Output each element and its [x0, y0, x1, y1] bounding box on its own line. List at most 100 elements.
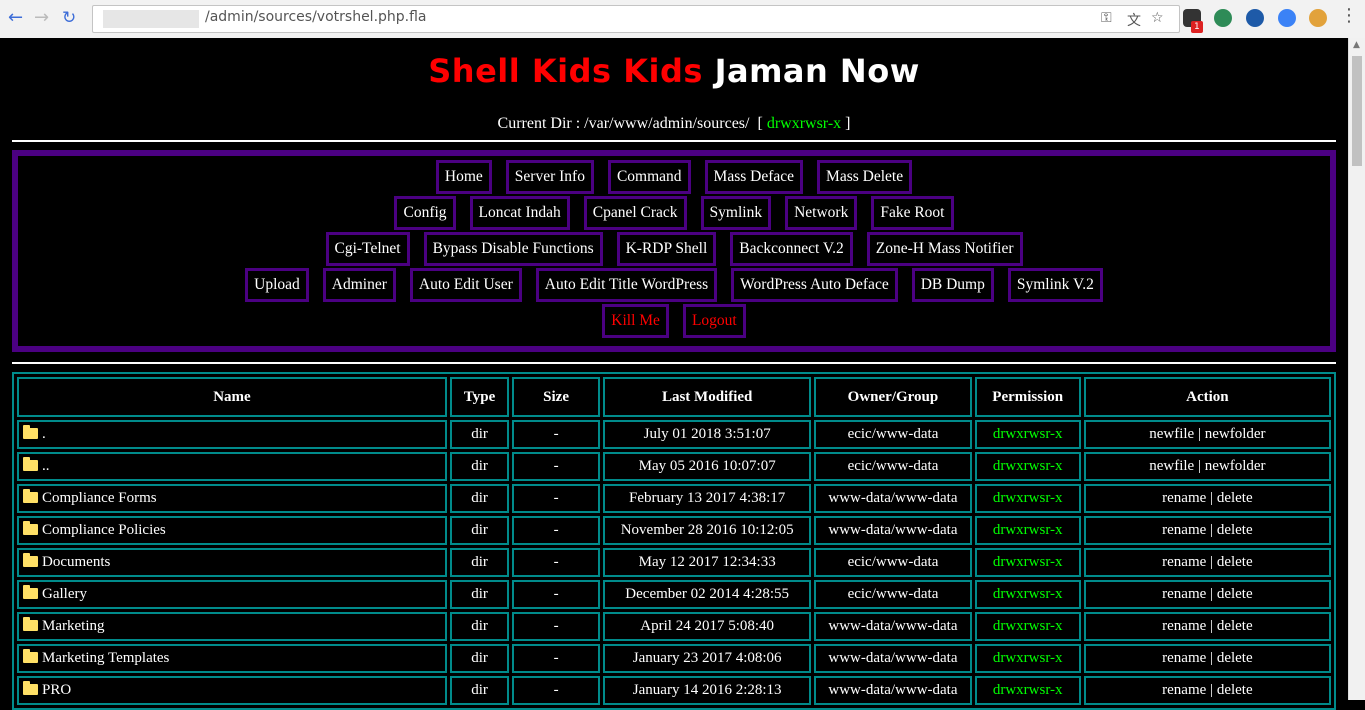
file-name-cell[interactable]: PRO [17, 676, 447, 705]
menu-bypass-disable-functions[interactable]: Bypass Disable Functions [423, 232, 603, 266]
file-actions: rename | delete [1083, 516, 1331, 545]
menu-db-dump[interactable]: DB Dump [911, 268, 994, 302]
menu-cgi-telnet[interactable]: Cgi-Telnet [325, 232, 410, 266]
action-secondary[interactable]: newfolder [1205, 426, 1266, 442]
action-primary[interactable]: rename [1162, 650, 1206, 666]
file-name[interactable]: Compliance Policies [42, 522, 166, 538]
sync-extension-icon[interactable] [1278, 9, 1296, 27]
scroll-up-icon[interactable]: ▲ [1353, 40, 1360, 50]
key-icon[interactable]: ⚿ [1101, 10, 1112, 26]
url-text[interactable]: /admin/sources/votrshel.php.fla [205, 9, 427, 25]
action-secondary[interactable]: delete [1217, 522, 1253, 538]
menu-auto-edit-user[interactable]: Auto Edit User [409, 268, 522, 302]
file-permission[interactable]: drwxrwsr-x [974, 516, 1081, 545]
file-name-cell[interactable]: Documents [17, 548, 447, 577]
file-name[interactable]: Compliance Forms [42, 490, 157, 506]
divider-bottom [12, 362, 1336, 364]
file-name[interactable]: Documents [42, 554, 110, 570]
file-size: - [512, 580, 600, 609]
menu-cpanel-crack[interactable]: Cpanel Crack [583, 196, 687, 230]
translate-icon[interactable]: 文 [1127, 10, 1141, 30]
file-type: dir [449, 484, 510, 513]
file-name[interactable]: .. [42, 458, 50, 474]
file-permission[interactable]: drwxrwsr-x [974, 676, 1081, 705]
menu-network[interactable]: Network [785, 196, 858, 230]
action-primary[interactable]: newfile [1149, 458, 1194, 474]
col-type: Type [449, 377, 510, 417]
menu-command[interactable]: Command [607, 160, 691, 194]
action-secondary[interactable]: delete [1217, 618, 1253, 634]
file-type: dir [449, 420, 510, 449]
action-secondary[interactable]: delete [1217, 490, 1253, 506]
file-name[interactable]: Marketing Templates [42, 650, 169, 666]
file-type: dir [449, 548, 510, 577]
menu-k-rdp-shell[interactable]: K-RDP Shell [616, 232, 717, 266]
file-name[interactable]: . [42, 426, 46, 442]
file-permission[interactable]: drwxrwsr-x [974, 548, 1081, 577]
menu-loncat-indah[interactable]: Loncat Indah [469, 196, 570, 230]
action-separator: | [1197, 426, 1201, 442]
action-primary[interactable]: rename [1162, 682, 1206, 698]
back-arrow-icon[interactable]: ← [8, 8, 23, 28]
menu-dots-icon[interactable]: ⋮ [1340, 6, 1358, 26]
file-name-cell[interactable]: Marketing [17, 612, 447, 641]
file-modified: December 02 2014 4:28:55 [603, 580, 812, 609]
menu-backconnect[interactable]: Backconnect V.2 [730, 232, 853, 266]
menu-auto-edit-title-wordpress[interactable]: Auto Edit Title WordPress [535, 268, 718, 302]
file-size: - [512, 676, 600, 705]
file-permission[interactable]: drwxrwsr-x [974, 580, 1081, 609]
scrollbar-thumb[interactable] [1352, 56, 1362, 166]
file-name-cell[interactable]: Compliance Policies [17, 516, 447, 545]
menu-home[interactable]: Home [435, 160, 492, 194]
menu-zone-h-mass-notifier[interactable]: Zone-H Mass Notifier [866, 232, 1023, 266]
action-primary[interactable]: rename [1162, 586, 1206, 602]
file-name[interactable]: Marketing [42, 618, 104, 634]
star-icon[interactable]: ☆ [1151, 10, 1164, 26]
menu-mass-deface[interactable]: Mass Deface [704, 160, 804, 194]
menu-wordpress-auto-deface[interactable]: WordPress Auto Deface [731, 268, 898, 302]
file-modified: January 14 2016 2:28:13 [603, 676, 812, 705]
action-primary[interactable]: rename [1162, 618, 1206, 634]
menu-server-info[interactable]: Server Info [505, 160, 594, 194]
action-primary[interactable]: rename [1162, 490, 1206, 506]
page-scrollbar[interactable]: ▲ [1348, 38, 1365, 700]
file-permission[interactable]: drwxrwsr-x [974, 612, 1081, 641]
action-secondary[interactable]: delete [1217, 650, 1253, 666]
action-primary[interactable]: rename [1162, 554, 1206, 570]
file-permission[interactable]: drwxrwsr-x [974, 484, 1081, 513]
address-bar[interactable]: /admin/sources/votrshel.php.fla ⚿ 文 ☆ [92, 5, 1180, 33]
action-secondary[interactable]: delete [1217, 682, 1253, 698]
file-name[interactable]: Gallery [42, 586, 87, 602]
menu-symlink-v2[interactable]: Symlink V.2 [1007, 268, 1103, 302]
file-name-cell[interactable]: Marketing Templates [17, 644, 447, 673]
menu-adminer[interactable]: Adminer [322, 268, 396, 302]
menu-config[interactable]: Config [394, 196, 456, 230]
col-permission: Permission [974, 377, 1081, 417]
file-permission[interactable]: drwxrwsr-x [974, 452, 1081, 481]
menu-fake-root[interactable]: Fake Root [871, 196, 954, 230]
action-secondary[interactable]: newfolder [1205, 458, 1266, 474]
file-name-cell[interactable]: . [17, 420, 447, 449]
action-primary[interactable]: newfile [1149, 426, 1194, 442]
menu-symlink[interactable]: Symlink [700, 196, 772, 230]
block-extension-icon[interactable] [1309, 9, 1327, 27]
menu-mass-delete[interactable]: Mass Delete [817, 160, 913, 194]
file-name-cell[interactable]: Gallery [17, 580, 447, 609]
action-primary[interactable]: rename [1162, 522, 1206, 538]
menu-logout[interactable]: Logout [682, 304, 746, 338]
forward-arrow-icon[interactable]: → [34, 8, 49, 28]
file-permission[interactable]: drwxrwsr-x [974, 420, 1081, 449]
shield-extension-icon[interactable] [1246, 9, 1264, 27]
globe-extension-icon[interactable] [1214, 9, 1232, 27]
file-name-cell[interactable]: .. [17, 452, 447, 481]
menu-upload[interactable]: Upload [245, 268, 309, 302]
file-size: - [512, 612, 600, 641]
action-secondary[interactable]: delete [1217, 554, 1253, 570]
file-name[interactable]: PRO [42, 682, 71, 698]
action-secondary[interactable]: delete [1217, 586, 1253, 602]
menu-kill-me[interactable]: Kill Me [602, 304, 669, 338]
file-type: dir [449, 516, 510, 545]
file-permission[interactable]: drwxrwsr-x [974, 644, 1081, 673]
reload-icon[interactable]: ↻ [62, 8, 76, 28]
file-name-cell[interactable]: Compliance Forms [17, 484, 447, 513]
